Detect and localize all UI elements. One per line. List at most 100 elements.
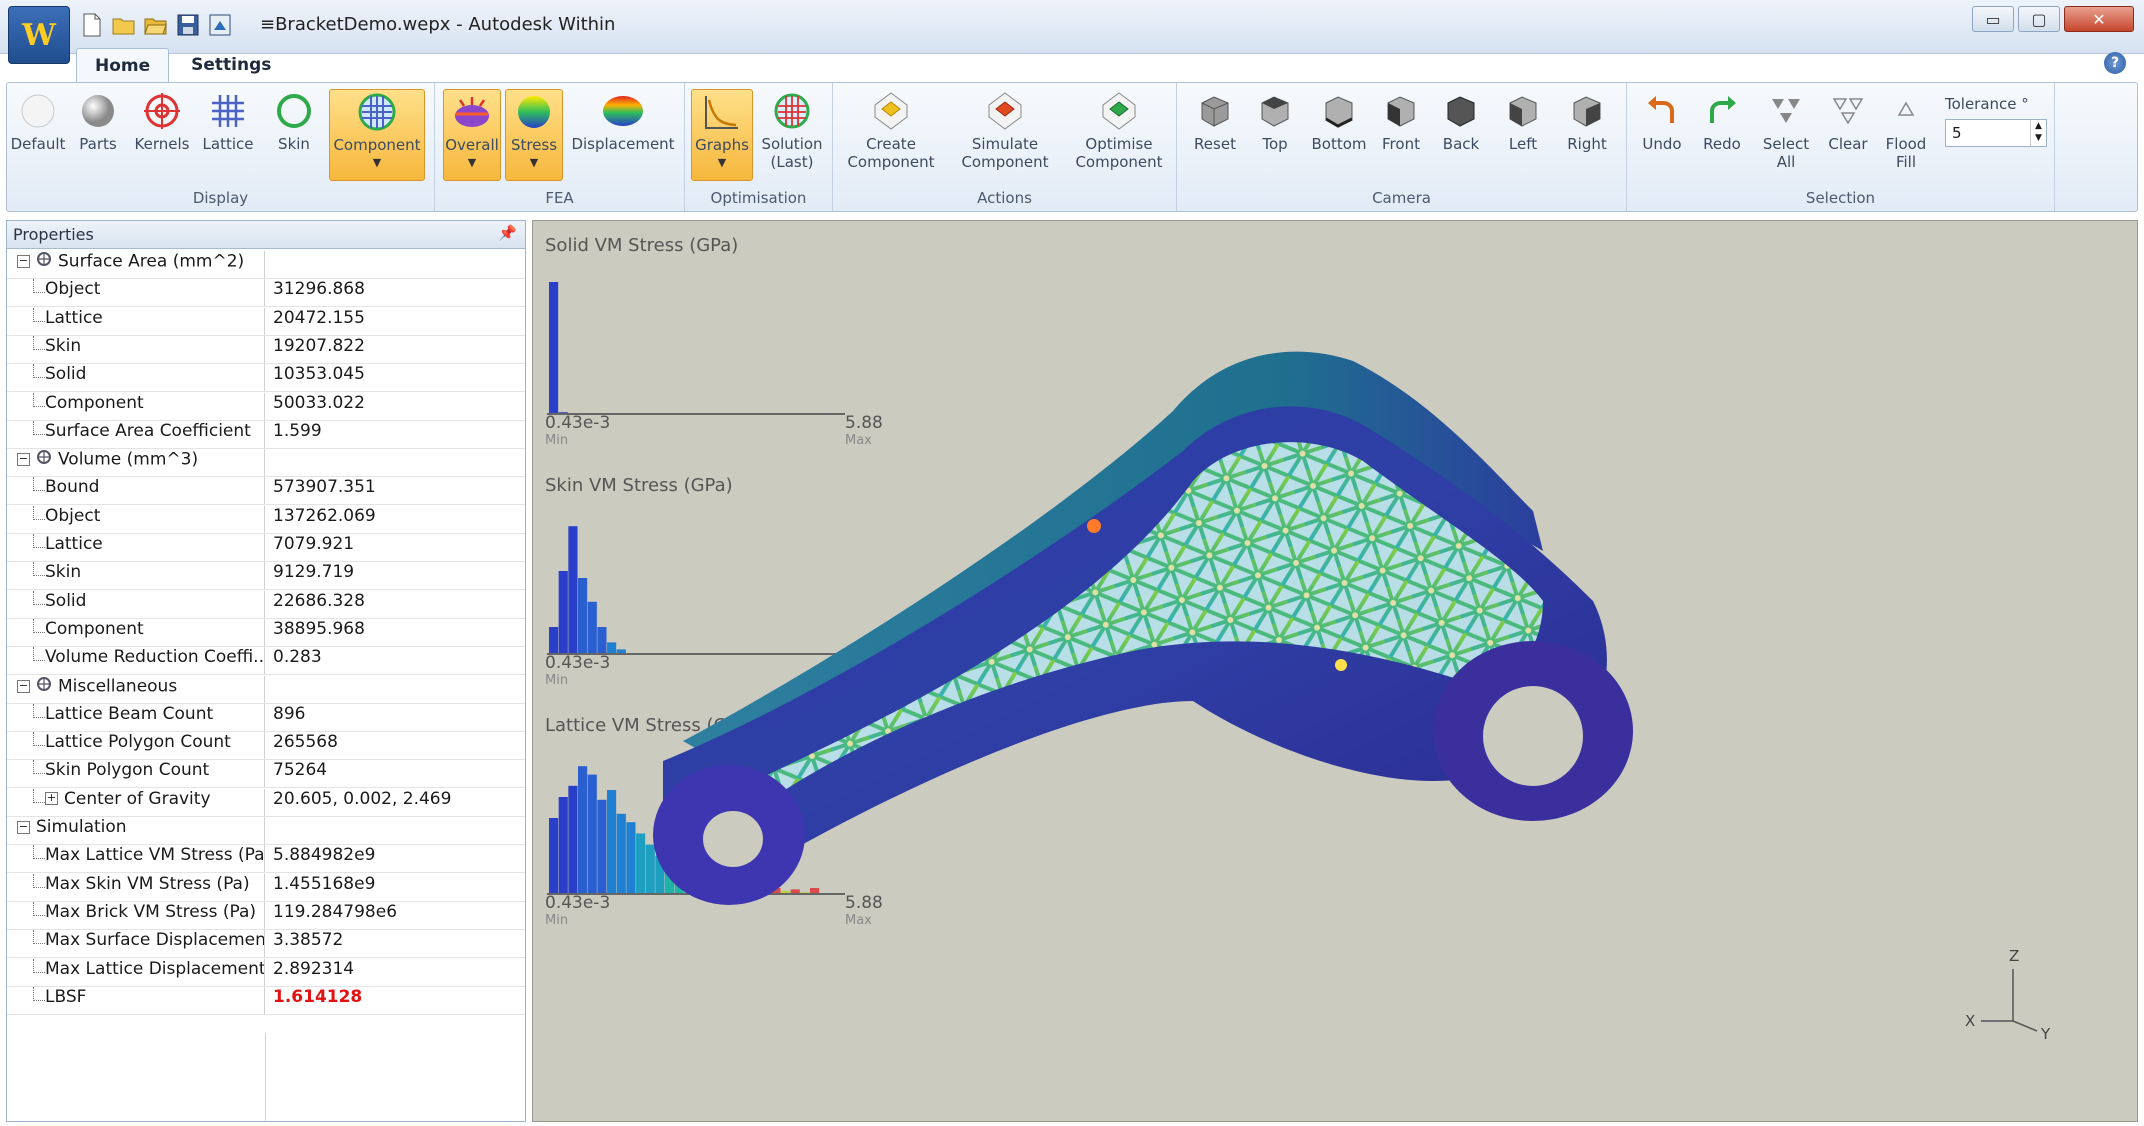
property-value: 5.884982e9 [273,845,376,866]
select-all-line2: All [1776,153,1796,171]
camera-bottom-label: Bottom [1311,135,1367,153]
export-icon[interactable] [208,12,232,38]
minimize-button[interactable]: ▭ [1972,6,2014,32]
camera-top-button[interactable]: Top [1247,89,1303,153]
tree-connector [33,703,45,718]
open-folder-icon[interactable] [112,12,136,38]
property-row[interactable]: Max Lattice Displacement ... 2.892314 [7,958,525,987]
property-row[interactable]: Object 137262.069 [7,505,525,534]
tolerance-spinbox[interactable]: 5 ▲ ▼ [1945,119,2047,147]
component-button[interactable]: Component ▼ [329,89,425,181]
pin-icon[interactable]: 📌 [498,224,517,242]
cube-back-icon [1438,89,1484,133]
lattice-button[interactable]: Lattice [199,89,257,153]
camera-left-button[interactable]: Left [1495,89,1551,153]
skin-button[interactable]: Skin [269,89,319,153]
property-row[interactable]: Volume Reduction Coeffi... 0.283 [7,647,525,676]
property-label: Lattice [45,307,103,328]
property-row[interactable]: Max Brick VM Stress (Pa) 119.284798e6 [7,901,525,930]
property-row[interactable]: Solid 10353.045 [7,364,525,393]
property-row[interactable]: Object 31296.868 [7,279,525,308]
property-row[interactable]: Lattice 20472.155 [7,307,525,336]
tolerance-spin-arrows-icon[interactable]: ▲ ▼ [2030,120,2046,146]
viewport-3d[interactable]: Solid VM Stress (GPa) 0.43e-3 5.88 Min Max Sk… [532,220,2138,1122]
undo-button[interactable]: Undo [1635,89,1689,153]
property-row[interactable]: Max Lattice VM Stress (Pa) 5.884982e9 [7,845,525,874]
expand-icon[interactable]: + [45,792,58,806]
application-menu-button[interactable]: W [8,6,70,64]
redo-button[interactable]: Redo [1695,89,1749,153]
close-button[interactable]: ✕ [2064,6,2134,32]
help-icon[interactable]: ? [2104,52,2126,74]
clear-button[interactable]: Clear [1821,89,1875,153]
property-row[interactable]: Max Skin VM Stress (Pa) 1.455168e9 [7,873,525,902]
property-label: Skin [45,562,82,583]
default-button[interactable]: Default [11,89,65,153]
property-row[interactable]: Solid 22686.328 [7,590,525,619]
open-icon[interactable] [144,12,168,38]
graph-curve-icon [699,90,745,134]
property-category-row[interactable]: − Volume (mm^3) [7,449,525,478]
property-row[interactable]: LBSF 1.614128 [7,986,525,1015]
property-name-cell: Object [7,279,265,307]
property-category-row[interactable]: − Surface Area (mm^2) [7,251,525,279]
property-row[interactable]: Component 38895.968 [7,618,525,647]
flood-fill-line2: Fill [1895,153,1917,171]
property-label: Max Skin VM Stress (Pa) [45,873,250,894]
tree-connector [33,279,45,294]
create-component-button[interactable]: Create Component [837,89,945,171]
property-row[interactable]: Surface Area Coefficient 1.599 [7,420,525,449]
camera-front-button[interactable]: Front [1373,89,1429,153]
property-category-row[interactable]: − Simulation [7,817,525,845]
solution-last-button[interactable]: Solution (Last) [757,89,827,171]
property-value: 19207.822 [273,335,365,356]
property-name-cell: Solid [7,590,265,618]
optimise-component-button[interactable]: Optimise Component [1065,89,1173,171]
property-row[interactable]: Lattice Beam Count 896 [7,703,525,732]
graphs-button[interactable]: Graphs ▼ [691,89,753,181]
new-file-icon[interactable] [80,12,104,38]
property-name-cell: Object [7,505,265,533]
optimise-component-icon [1096,89,1142,133]
property-label: Volume (mm^3) [58,449,199,470]
property-name-cell: Max Lattice Displacement ... [7,958,265,986]
tab-settings[interactable]: Settings [173,48,289,82]
property-row[interactable]: Bound 573907.351 [7,477,525,506]
property-row[interactable]: Skin Polygon Count 75264 [7,760,525,789]
property-row[interactable]: + Center of Gravity 20.605, 0.002, 2.469 [7,788,525,817]
overall-icon [449,90,495,134]
property-row[interactable]: Lattice 7079.921 [7,534,525,562]
collapse-icon[interactable]: − [17,820,30,834]
simulate-component-button[interactable]: Simulate Component [951,89,1059,171]
camera-right-button[interactable]: Right [1557,89,1617,153]
collapse-icon[interactable]: − [17,255,30,268]
select-all-button[interactable]: Select All [1755,89,1817,171]
maximize-button[interactable]: ▢ [2018,6,2060,32]
property-label: Object [45,279,101,300]
camera-bottom-button[interactable]: Bottom [1307,89,1371,153]
collapse-icon[interactable]: − [17,453,30,467]
property-row[interactable]: Max Surface Displacemen... 3.38572 [7,930,525,959]
undo-arrow-icon [1639,89,1685,133]
overall-button[interactable]: Overall ▼ [443,89,501,181]
select-all-line1: Select [1762,135,1810,153]
property-row[interactable]: Component 50033.022 [7,392,525,421]
bracket-model[interactable] [533,221,2139,1123]
displacement-button[interactable]: Displacement [569,89,677,153]
collapse-icon[interactable]: − [17,679,30,693]
tree-connector [33,505,45,520]
camera-back-button[interactable]: Back [1433,89,1489,153]
save-icon[interactable] [176,12,200,38]
flood-fill-button[interactable]: Flood Fill [1879,89,1933,171]
property-category-row[interactable]: − Miscellaneous [7,675,525,704]
ribbon-tabs: Home Settings [76,48,289,82]
parts-button[interactable]: Parts [71,89,125,153]
camera-reset-button[interactable]: Reset [1187,89,1243,153]
kernels-button[interactable]: Kernels [131,89,193,153]
tree-connector [33,590,45,605]
stress-button[interactable]: Stress ▼ [505,89,563,181]
property-row[interactable]: Lattice Polygon Count 265568 [7,732,525,761]
property-row[interactable]: Skin 19207.822 [7,335,525,364]
property-row[interactable]: Skin 9129.719 [7,562,525,591]
tab-home[interactable]: Home [76,48,170,82]
